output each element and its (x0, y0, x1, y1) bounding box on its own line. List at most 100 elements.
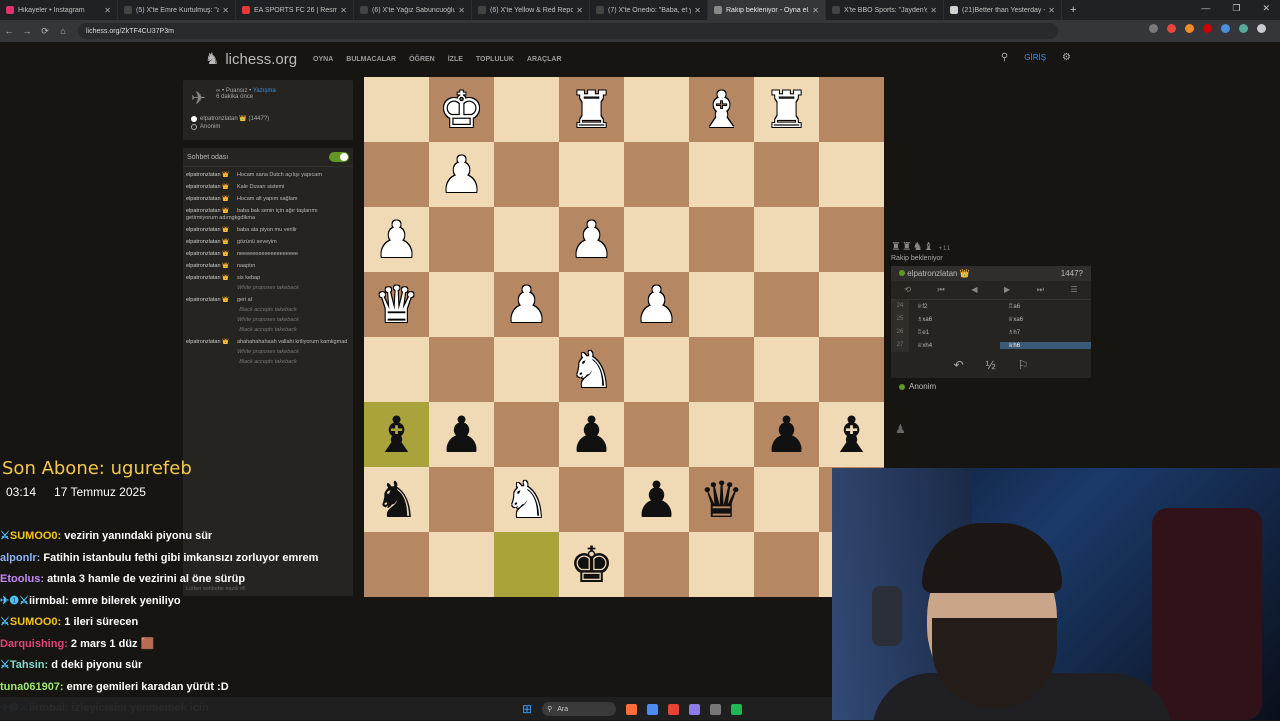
url-field[interactable]: lichess.org/ZkTF4CU37P3m (78, 23, 1058, 39)
close-tab-icon[interactable]: ✕ (930, 6, 937, 15)
black-king-icon[interactable]: ♚ (569, 540, 614, 590)
white-rook-icon[interactable]: ♜ (569, 85, 614, 135)
black-knight-icon[interactable]: ♞ (374, 475, 419, 525)
reload-icon[interactable]: ⟳ (36, 26, 54, 37)
board-square[interactable]: ♟ (494, 272, 559, 337)
board-square[interactable] (689, 272, 754, 337)
board-square[interactable] (624, 77, 689, 142)
browser-tab[interactable]: (7) X'te Onedio: "Baba, et yok!...✕ (590, 0, 708, 20)
board-square[interactable] (494, 337, 559, 402)
close-tab-icon[interactable]: ✕ (458, 6, 465, 15)
board-square[interactable] (624, 207, 689, 272)
board-square[interactable] (494, 207, 559, 272)
extension-icon[interactable] (1239, 24, 1248, 33)
browser-tab[interactable]: (21)Better than Yesterday - Daı...✕ (944, 0, 1062, 20)
black-bishop-icon[interactable]: ♝ (374, 410, 419, 460)
nav-learn[interactable]: ÖĞREN (409, 56, 435, 63)
board-square[interactable] (689, 532, 754, 597)
browser-tab[interactable]: EA SPORTS FC 26 | Resmi Tanıtı...✕ (236, 0, 354, 20)
board-square[interactable] (429, 272, 494, 337)
flip-board-icon[interactable]: ⟲ (904, 285, 911, 295)
board-square[interactable] (689, 142, 754, 207)
browser-tab[interactable]: X'te BBO Sports: "Jayden'e bai...✕ (826, 0, 944, 20)
board-square[interactable]: ♟ (429, 142, 494, 207)
login-link[interactable]: GİRİŞ (1024, 53, 1046, 62)
board-square[interactable] (624, 532, 689, 597)
menu-icon[interactable]: ☰ (1071, 285, 1078, 295)
white-pawn-icon[interactable]: ♟ (504, 280, 549, 330)
chat-user[interactable]: elpatronzlatan 👑 (186, 208, 229, 214)
board-square[interactable] (689, 402, 754, 467)
chess-board[interactable]: ♚ ♜ ♝ ♜ ♟ ♟ ♟ ♛ ♟ ♟ ♞ ♝ ♟ ♟ ♟ ♝ ♞ ♞ ♟ ♛ ♚ (364, 77, 884, 597)
board-square[interactable] (754, 272, 819, 337)
board-square[interactable] (689, 337, 754, 402)
board-square[interactable] (559, 142, 624, 207)
chat-toggle[interactable] (329, 152, 349, 162)
maximize-icon[interactable]: ❐ (1232, 3, 1240, 14)
black-move[interactable]: ♕xa6 (1000, 316, 1091, 323)
board-square[interactable]: ♚ (429, 77, 494, 142)
board-square[interactable]: ♞ (364, 467, 429, 532)
browser-tab[interactable]: (6) X'te Yellow & Red Report 🟡...✕ (472, 0, 590, 20)
white-pawn-icon[interactable]: ♟ (439, 150, 484, 200)
chat-user[interactable]: elpatronzlatan 👑 (186, 297, 229, 303)
board-square[interactable] (819, 142, 884, 207)
board-square[interactable] (819, 77, 884, 142)
taskbar-app-icon[interactable] (731, 703, 743, 715)
board-square[interactable]: ♟ (754, 402, 819, 467)
close-tab-icon[interactable]: ✕ (222, 6, 229, 15)
chat-user[interactable]: elpatronzlatan 👑 (186, 339, 229, 345)
white-player[interactable]: elpatronzlatan 👑 (1447?) (200, 115, 269, 122)
board-square[interactable]: ♟ (364, 207, 429, 272)
white-king-icon[interactable]: ♚ (439, 85, 484, 135)
board-square[interactable]: ♟ (624, 467, 689, 532)
board-square[interactable]: ♟ (624, 272, 689, 337)
white-move[interactable]: ♕f2 (909, 303, 1000, 310)
board-square[interactable] (494, 532, 559, 597)
search-icon[interactable]: ⚲ (1001, 52, 1008, 63)
board-square[interactable] (559, 272, 624, 337)
board-square[interactable] (624, 142, 689, 207)
taskbar-app-icon[interactable] (689, 703, 701, 715)
close-window-icon[interactable]: ✕ (1262, 3, 1270, 14)
board-square[interactable]: ♜ (754, 77, 819, 142)
board-square[interactable] (689, 207, 754, 272)
first-move-icon[interactable]: ⏮ (938, 285, 945, 295)
board-square[interactable]: ♜ (559, 77, 624, 142)
board-square[interactable] (624, 337, 689, 402)
board-square[interactable] (364, 77, 429, 142)
board-square[interactable] (364, 142, 429, 207)
new-tab-button[interactable]: + (1070, 4, 1076, 16)
extension-icon[interactable] (1185, 24, 1194, 33)
self-name[interactable]: Anonim (909, 382, 936, 391)
board-square[interactable]: ♝ (689, 77, 754, 142)
black-move[interactable]: ♖a6 (1000, 303, 1091, 310)
taskbar-app-icon[interactable] (710, 703, 722, 715)
black-pawn-icon[interactable]: ♟ (764, 410, 809, 460)
taskbar-app-icon[interactable] (626, 703, 638, 715)
white-knight-icon[interactable]: ♞ (504, 475, 549, 525)
close-tab-icon[interactable]: ✕ (812, 6, 819, 15)
board-square[interactable]: ♞ (559, 337, 624, 402)
white-move[interactable]: ♖e1 (909, 329, 1000, 336)
chat-user[interactable]: elpatronzlatan 👑 (186, 239, 229, 245)
board-square[interactable]: ♚ (559, 532, 624, 597)
board-square[interactable] (754, 207, 819, 272)
profile-avatar[interactable] (1257, 24, 1266, 33)
browser-tab[interactable]: Rakip bekleniyor - Oyna el... ✕ (708, 0, 826, 20)
board-square[interactable] (819, 337, 884, 402)
white-move[interactable]: ♕xh4 (909, 342, 1000, 349)
black-move[interactable]: ♗h7 (1000, 329, 1091, 336)
forward-icon[interactable]: → (18, 26, 36, 36)
board-square[interactable]: ♝ (819, 402, 884, 467)
takeback-icon[interactable]: ↶ (954, 358, 964, 372)
nav-tools[interactable]: ARAÇLAR (527, 56, 562, 63)
white-queen-icon[interactable]: ♛ (374, 280, 419, 330)
board-square[interactable]: ♟ (559, 207, 624, 272)
white-knight-icon[interactable]: ♞ (569, 345, 614, 395)
board-square[interactable]: ♝ (364, 402, 429, 467)
browser-tab[interactable]: Hikayeler • Instagram ✕ (0, 0, 118, 20)
board-square[interactable] (559, 467, 624, 532)
browser-tab[interactable]: (6) X'te Yağız Sabuncuoğlu: "Cu...✕ (354, 0, 472, 20)
chat-user[interactable]: elpatronzlatan 👑 (186, 184, 229, 190)
